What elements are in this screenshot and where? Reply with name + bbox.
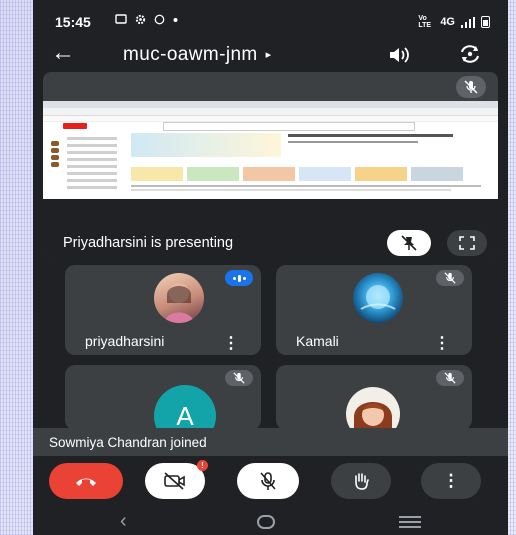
chevron-right-icon: ▸	[265, 49, 272, 62]
join-notification: Sowmiya Chandran joined	[33, 428, 508, 456]
nav-home-icon[interactable]	[257, 515, 275, 529]
participant-tile[interactable]: Kamali ⋮	[276, 265, 472, 355]
mic-toggle-button[interactable]	[237, 463, 299, 499]
phone-screen: 15:45 Vo LTE 4G ← muc-oawm-jnm ▸ Priyadh…	[33, 0, 508, 535]
meeting-top-bar: ← muc-oawm-jnm ▸	[33, 38, 508, 72]
status-time: 15:45	[55, 14, 91, 30]
volte-label: Vo LTE	[418, 15, 432, 29]
camera-warning-badge: !	[197, 460, 208, 471]
cast-icon	[115, 14, 127, 24]
nav-back-icon[interactable]: ‹	[120, 510, 127, 533]
raise-hand-button[interactable]	[331, 463, 391, 499]
end-call-button[interactable]	[49, 463, 123, 499]
network-label: 4G	[440, 16, 455, 28]
avatar: A	[154, 385, 216, 430]
presentation-panel[interactable]: Priyadharsini is presenting	[43, 72, 498, 257]
android-nav-bar: ‹	[33, 505, 508, 535]
switch-camera-icon[interactable]	[457, 43, 483, 65]
nav-recents-icon[interactable]	[399, 516, 421, 531]
browser-tabs	[43, 101, 498, 108]
speaking-indicator-icon	[225, 270, 253, 286]
banner-subtext	[288, 141, 418, 143]
video-thumbnails	[131, 167, 463, 181]
participant-tile[interactable]: priyadharsini ⋮	[65, 265, 261, 355]
more-options-icon[interactable]: ⋮	[434, 333, 450, 353]
status-bar: 15:45 Vo LTE 4G	[33, 0, 508, 40]
meeting-code[interactable]: muc-oawm-jnm ▸	[123, 44, 272, 66]
participant-tile[interactable]: A	[65, 365, 261, 430]
participant-name: priyadharsini	[85, 333, 165, 349]
status-right: Vo LTE 4G	[418, 15, 490, 29]
mic-off-icon	[456, 76, 486, 98]
join-notification-text: Sowmiya Chandran joined	[49, 435, 207, 450]
avatar	[346, 387, 400, 430]
channel-banner	[131, 133, 281, 157]
call-controls: ! ⋮	[33, 460, 508, 499]
fullscreen-icon[interactable]	[447, 230, 487, 256]
participant-name: Kamali	[296, 333, 339, 349]
unpin-icon[interactable]	[387, 230, 431, 256]
banner-text	[288, 134, 453, 137]
camera-off-icon	[164, 472, 185, 490]
youtube-logo	[63, 123, 87, 129]
meeting-code-text: muc-oawm-jnm	[123, 44, 258, 65]
end-call-icon	[76, 478, 96, 486]
notification-icons	[115, 14, 178, 25]
shared-screen-content	[43, 101, 498, 199]
whatsapp-icon	[154, 14, 165, 25]
settings-icon	[135, 14, 146, 25]
youtube-search	[163, 122, 415, 131]
avatar	[353, 273, 403, 323]
dot-icon	[173, 18, 178, 22]
camera-toggle-button[interactable]: !	[145, 460, 208, 499]
browser-address-bar	[43, 108, 498, 116]
participant-tile[interactable]	[276, 365, 472, 430]
raise-hand-icon	[355, 473, 369, 490]
speaker-icon[interactable]	[387, 44, 411, 66]
battery-icon	[481, 16, 490, 28]
youtube-header	[43, 121, 498, 131]
mic-off-icon	[436, 370, 464, 386]
mic-off-icon	[260, 472, 276, 490]
youtube-sidebar	[43, 133, 123, 199]
mic-off-icon	[436, 270, 464, 286]
more-options-icon[interactable]: ⋮	[223, 333, 239, 353]
avatar	[154, 273, 204, 323]
more-options-button[interactable]: ⋮	[421, 463, 481, 499]
back-arrow-icon[interactable]: ←	[51, 40, 75, 66]
mic-off-icon	[225, 370, 253, 386]
signal-icon	[461, 16, 475, 28]
presenting-label: Priyadharsini is presenting	[63, 235, 234, 251]
